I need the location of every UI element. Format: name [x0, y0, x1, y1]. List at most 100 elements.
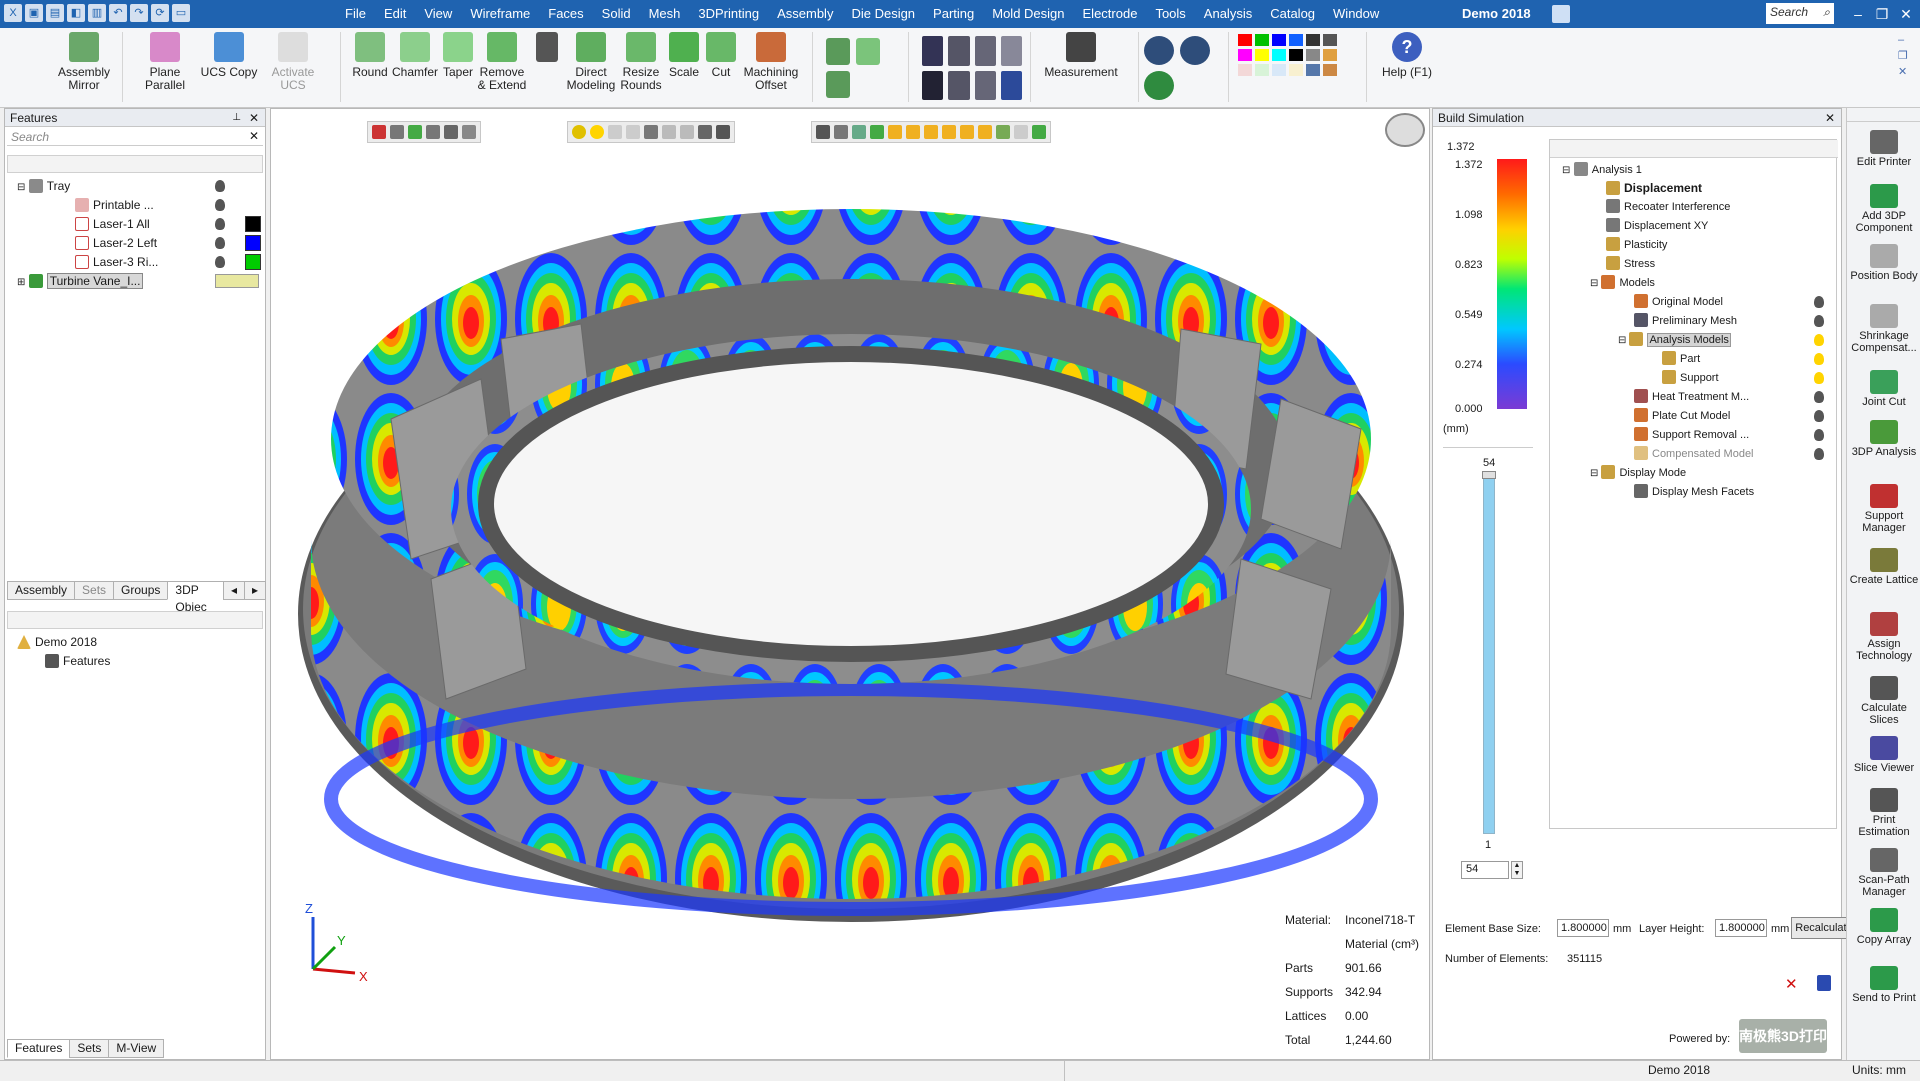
tree-item-compensated-model[interactable]: Compensated Model — [1634, 445, 1824, 464]
ribbon-restore-icon[interactable]: ❐ — [1898, 48, 1908, 64]
color-yellow-swatch[interactable] — [1255, 49, 1269, 61]
menu-mesh[interactable]: Mesh — [640, 0, 690, 28]
close-icon[interactable]: ✕ — [1894, 0, 1918, 28]
color-black-swatch[interactable] — [1289, 49, 1303, 61]
menu-mold-design[interactable]: Mold Design — [983, 0, 1073, 28]
minimize-icon[interactable]: – — [1846, 0, 1870, 28]
tree-item-display-mode[interactable]: ⊟ Display Mode — [1590, 464, 1686, 483]
edit-printer-button[interactable]: Edit Printer — [1847, 130, 1920, 168]
pick-button[interactable] — [534, 32, 560, 104]
color-light-red-swatch[interactable] — [1238, 64, 1252, 76]
shrinkage-compensation-button[interactable]: Shrinkage Compensat... — [1847, 304, 1920, 354]
chamfer-button[interactable]: Chamfer — [390, 32, 440, 104]
assign-technology-button[interactable]: Assign Technology — [1847, 612, 1920, 662]
menu-file[interactable]: File — [336, 0, 375, 28]
activate-ucs-button[interactable]: Activate UCS — [258, 32, 328, 104]
tree-item-part[interactable]: Part — [1662, 350, 1832, 369]
pin-icon[interactable]: ⊥ — [232, 109, 241, 127]
color-green-swatch[interactable] — [1255, 34, 1269, 46]
zoom-fit-icon[interactable] — [1144, 36, 1174, 65]
print-estimation-button[interactable]: Print Estimation — [1847, 788, 1920, 838]
layer-height-input[interactable]: 1.800000 — [1715, 919, 1767, 937]
open-icon[interactable]: ▤ — [46, 4, 64, 22]
laser-color-swatch[interactable] — [245, 235, 261, 251]
clear-search-icon[interactable]: ✕ — [249, 129, 259, 143]
tab-scroll-left-icon[interactable]: ◂ — [222, 581, 245, 600]
print-icon[interactable]: ▥ — [88, 4, 106, 22]
tab-sets[interactable]: Sets — [74, 581, 115, 600]
new-icon[interactable]: ◧ — [67, 4, 85, 22]
element-base-size-input[interactable]: 1.800000 — [1557, 919, 1609, 937]
angle-icon[interactable] — [948, 36, 970, 66]
tab-3dp-objects[interactable]: 3DP Objec — [167, 581, 224, 614]
tree-item-laser-1[interactable]: Laser-1 All — [75, 215, 261, 234]
visibility-bulb-icon[interactable] — [1814, 315, 1824, 327]
slice-viewer-button[interactable]: Slice Viewer — [1847, 736, 1920, 774]
app-logo-icon[interactable]: X — [4, 4, 22, 22]
color-blue-swatch[interactable] — [1272, 34, 1286, 46]
tree-item-preliminary-mesh[interactable]: Preliminary Mesh — [1634, 312, 1824, 331]
balloon-icon[interactable] — [974, 70, 996, 100]
visibility-bulb-icon[interactable] — [215, 218, 225, 230]
scale-button[interactable]: Scale — [666, 32, 702, 104]
undo-icon[interactable]: ↶ — [109, 4, 127, 22]
tree-item-original-model[interactable]: Original Model — [1634, 293, 1824, 312]
tab-assembly[interactable]: Assembly — [7, 581, 76, 600]
collapse-icon[interactable]: ⊟ — [1618, 335, 1626, 346]
3d-viewport[interactable]: Z Y X Material: Inconel718-T Material (c… — [270, 108, 1430, 1060]
tree-item-support-removal[interactable]: Support Removal ... — [1634, 426, 1824, 445]
laser-color-swatch[interactable] — [245, 254, 261, 270]
tree-item-display-mesh-facets[interactable]: Display Mesh Facets — [1634, 483, 1754, 502]
machining-offset-button[interactable]: Machining Offset — [740, 32, 802, 104]
visibility-bulb-icon[interactable] — [1814, 296, 1824, 308]
scan-path-manager-button[interactable]: Scan-Path Manager — [1847, 848, 1920, 898]
help-button[interactable]: ? Help (F1) — [1372, 32, 1442, 104]
tree-item-stress[interactable]: Stress — [1606, 255, 1655, 274]
color-magenta-swatch[interactable] — [1238, 49, 1252, 61]
rotate-icon[interactable] — [856, 38, 880, 65]
tree-item-laser-2[interactable]: Laser-2 Left — [75, 234, 261, 253]
layer-icon[interactable] — [1306, 49, 1320, 61]
apply-pin-icon[interactable] — [1817, 975, 1831, 991]
ribbon-close-icon[interactable]: ✕ — [1898, 64, 1908, 80]
tree-item-turbine-vane[interactable]: ⊞ Turbine Vane_I... — [17, 272, 259, 291]
visibility-bulb-icon[interactable] — [215, 256, 225, 268]
create-lattice-button[interactable]: Create Lattice — [1847, 548, 1920, 586]
tree-item-heat-treatment[interactable]: Heat Treatment M... — [1634, 388, 1824, 407]
tab-features[interactable]: Features — [7, 1039, 71, 1058]
send-to-print-button[interactable]: Send to Print — [1847, 966, 1920, 1004]
tree-item-analysis-models[interactable]: ⊟ Analysis Models — [1618, 331, 1828, 350]
cancel-icon[interactable]: ✕ — [1785, 975, 1798, 993]
color-cyan-swatch[interactable] — [1272, 49, 1286, 61]
copy-icon[interactable] — [826, 71, 850, 98]
tree-item-models[interactable]: ⊟ Models — [1590, 274, 1655, 293]
tab-m-view[interactable]: M-View — [108, 1039, 165, 1058]
material-icon[interactable] — [1323, 49, 1337, 61]
menu-assembly[interactable]: Assembly — [768, 0, 842, 28]
table-icon[interactable] — [1000, 70, 1022, 100]
line-weight-icon[interactable] — [1323, 34, 1337, 46]
menu-tools[interactable]: Tools — [1146, 0, 1194, 28]
visibility-bulb-icon[interactable] — [215, 180, 225, 192]
zoom-window-icon[interactable] — [1180, 36, 1210, 65]
tree-item-recoater-interference[interactable]: Recoater Interference — [1606, 198, 1730, 217]
line-style-icon[interactable] — [1306, 34, 1320, 46]
menu-solid[interactable]: Solid — [593, 0, 640, 28]
tree-item-analysis-1[interactable]: ⊟ Analysis 1 — [1562, 160, 1642, 179]
maximize-icon[interactable]: ❐ — [1870, 0, 1894, 28]
round-button[interactable]: Round — [346, 32, 394, 104]
panel-close-icon[interactable]: ✕ — [249, 109, 259, 127]
part-visibility-controls[interactable] — [215, 274, 259, 288]
cut-button[interactable]: Cut — [704, 32, 738, 104]
expand-icon[interactable]: ⊞ — [17, 277, 25, 288]
visibility-bulb-icon[interactable] — [1814, 410, 1824, 422]
position-body-button[interactable]: Position Body — [1847, 244, 1920, 282]
menu-window[interactable]: Window — [1324, 0, 1388, 28]
tree-item-printable[interactable]: Printable ... — [75, 196, 257, 215]
tree-item-displacement-xy[interactable]: Displacement XY — [1606, 217, 1708, 236]
paint-brush-icon[interactable] — [1323, 64, 1337, 76]
eyedropper-icon[interactable] — [1306, 64, 1320, 76]
ucs-copy-button[interactable]: UCS Copy — [200, 32, 258, 104]
move-icon[interactable] — [826, 38, 850, 65]
search-input[interactable]: Search ⌕ — [1766, 3, 1834, 24]
